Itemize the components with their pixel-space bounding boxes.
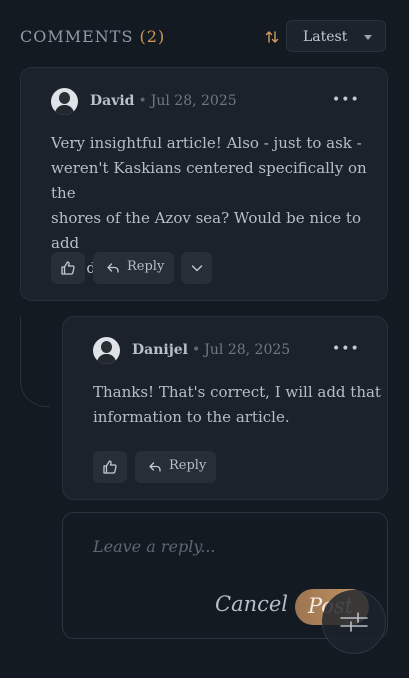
cancel-button[interactable]: Cancel (215, 592, 288, 616)
more-dots-icon[interactable]: ••• (332, 92, 360, 108)
avatar[interactable] (51, 88, 78, 115)
reply-thread-line (20, 316, 50, 407)
comment-card: David • Jul 28, 2025 ••• Very insightful a… (20, 67, 388, 301)
settings-sliders-icon (340, 612, 368, 632)
reply-button[interactable]: Reply (93, 252, 174, 284)
avatar[interactable] (93, 337, 120, 364)
like-button[interactable] (93, 451, 127, 483)
reply-arrow-icon (149, 462, 161, 472)
meta-separator: • (192, 342, 201, 358)
comment-meta: David • Jul 28, 2025 (90, 93, 237, 109)
settings-fab[interactable] (322, 590, 386, 654)
comment-text-line: information to the article. (93, 408, 290, 426)
comment-author[interactable]: David (90, 93, 134, 109)
reply-arrow-icon (107, 263, 119, 273)
comments-header: COMMENTS (2) Latest (20, 20, 388, 54)
meta-separator: • (138, 93, 147, 109)
reply-button[interactable]: Reply (135, 451, 216, 483)
comment-text-line: Thanks! That's correct, I will add that (93, 383, 381, 401)
comment-text-line: Very insightful article! Also - just to … (51, 134, 362, 152)
comment-text: Thanks! That's correct, I will add that … (93, 380, 381, 430)
expand-replies-button[interactable] (181, 252, 212, 284)
reply-button-label: Reply (169, 458, 207, 473)
like-button[interactable] (51, 252, 85, 284)
thumbs-up-icon (103, 460, 117, 474)
reply-card: Danijel • Jul 28, 2025 ••• Thanks! That's … (62, 316, 388, 500)
comments-count: (2) (139, 27, 166, 46)
comment-text-line: shores of the Azov sea? Would be nice to… (51, 209, 361, 252)
reply-button-label: Reply (127, 259, 165, 274)
comment-date: Jul 28, 2025 (150, 93, 237, 109)
more-dots-icon[interactable]: ••• (332, 341, 360, 357)
comments-title: COMMENTS (2) (20, 27, 165, 46)
sort-select[interactable]: Latest (286, 20, 386, 52)
sort-select-value: Latest (303, 29, 348, 45)
comment-meta: Danijel • Jul 28, 2025 (132, 342, 290, 358)
thumbs-up-icon (61, 261, 75, 275)
comment-author[interactable]: Danijel (132, 342, 188, 358)
reply-input-placeholder[interactable]: Leave a reply... (93, 537, 216, 556)
comment-text-line: weren't Kaskians centered specifically o… (51, 159, 367, 202)
comments-title-text: COMMENTS (20, 27, 134, 46)
chevron-down-icon (191, 265, 203, 272)
comment-date: Jul 28, 2025 (204, 342, 291, 358)
caret-down-icon (364, 35, 372, 40)
sort-arrows-icon[interactable] (264, 29, 280, 45)
